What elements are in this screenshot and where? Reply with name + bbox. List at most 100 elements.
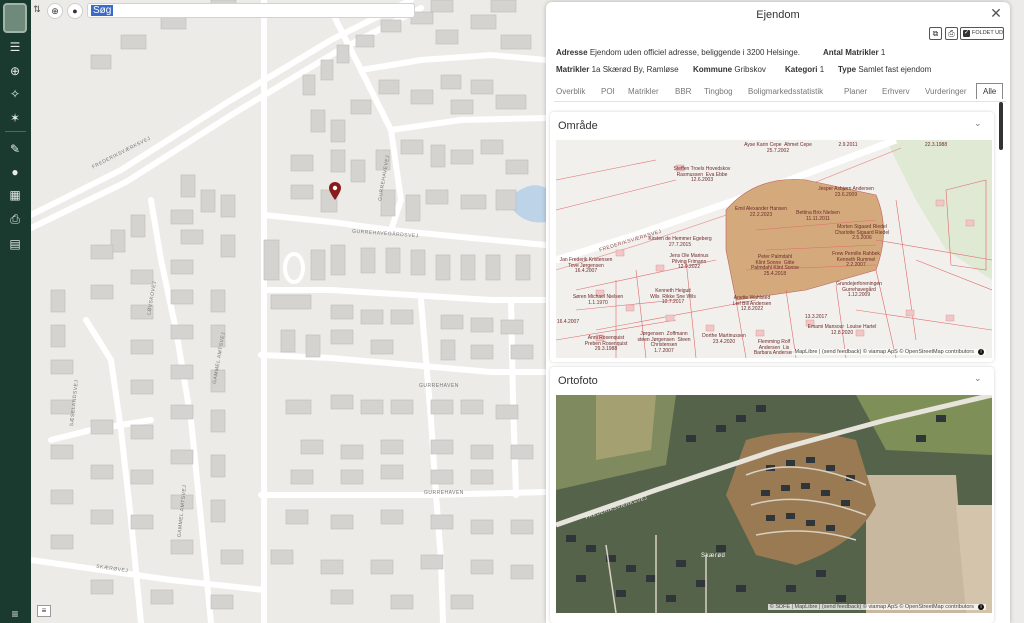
count-label: Antal Matrikler bbox=[823, 48, 879, 57]
attribution-text: MapLibre | (send feedback) © viamap ApS … bbox=[794, 349, 974, 355]
parcel-map-canvas bbox=[556, 140, 992, 358]
owner-label: Emami Mansour Louise Hartel 12.8.2020 bbox=[807, 324, 877, 336]
tab-tingbog[interactable]: Tingbog bbox=[704, 87, 733, 96]
owner-label: Jørgensen Zoffmann steen Jørgensen Steen… bbox=[637, 331, 691, 354]
attribution-text: © SDFE | MapLibre | (send feedback) © vi… bbox=[769, 604, 974, 610]
tab-vurderinger[interactable]: Vurderinger bbox=[925, 87, 967, 96]
scrollbar[interactable] bbox=[999, 102, 1003, 150]
municipality-row: Kommune Gribskov bbox=[693, 65, 766, 74]
swap-icon[interactable]: ⇅ bbox=[31, 4, 43, 18]
owner-label: Morten Sigaard Riedel Charlotte Sigaard … bbox=[834, 224, 890, 241]
area-map[interactable]: FREDERIKSVÆRKSVEJ Ayse Karin Cepe Ahmet … bbox=[556, 140, 992, 358]
close-icon[interactable]: ✕ bbox=[989, 6, 1003, 20]
owner-label: Peter Palmdahl Klint Sonne Gitte Palmdah… bbox=[751, 254, 799, 277]
section-omraade: Område ⌄ FREDERIKSVÆRKSVEJ Ayse Karin Ce… bbox=[550, 112, 994, 362]
unfold-toggle[interactable]: ✓ FOLDET UD bbox=[960, 27, 1004, 40]
address-row: Adresse Ejendom uden officiel adresse, b… bbox=[556, 48, 800, 57]
section-ortofoto: Ortofoto ⌄ FREDERIKSVÆRKSVEJ Skærød © SD… bbox=[550, 367, 994, 623]
print-icon[interactable]: ⎙ bbox=[7, 211, 23, 227]
tab-planer[interactable]: Planer bbox=[844, 87, 867, 96]
owner-label: Ayse Karin Cepe Ahmet Cepe 25.7.2002 bbox=[744, 142, 812, 154]
checkbox-icon: ✓ bbox=[963, 30, 970, 37]
unfold-label: FOLDET UD bbox=[972, 30, 1004, 36]
map-attribution: MapLibre | (send feedback) © viamap ApS … bbox=[792, 349, 986, 355]
layer-toggle-button[interactable]: ≡ bbox=[37, 605, 51, 617]
layers-icon[interactable]: ☰ bbox=[7, 39, 23, 55]
map-attribution: © SDFE | MapLibre | (send feedback) © vi… bbox=[767, 604, 986, 610]
tab-alle[interactable]: Alle bbox=[976, 83, 1004, 99]
tab-matrikler[interactable]: Matrikler bbox=[628, 87, 659, 96]
owner-label: Flemming Rolf Andersen Lis Barbara Ander… bbox=[753, 339, 795, 356]
owner-label: 13.3.2017 bbox=[804, 314, 828, 320]
left-sidebar: ☰ ⊕ ✧ ✶ ✎ ● ▦ ⎙ ▤ ≡ bbox=[0, 0, 31, 623]
municipality-value: Gribskov bbox=[734, 65, 766, 74]
owner-label: Søren Michael Nielsen 1.1.1970 bbox=[572, 294, 624, 306]
section-title: Område bbox=[558, 120, 598, 132]
menu-icon[interactable]: ≡ bbox=[7, 606, 23, 622]
chevron-down-icon[interactable]: ⌄ bbox=[974, 373, 982, 384]
count-row: Antal Matrikler 1 bbox=[823, 48, 885, 57]
location-pin-icon[interactable] bbox=[329, 182, 341, 200]
owner-label: Anni Rosenquist Preben Rosenquist 29.3.1… bbox=[584, 335, 628, 352]
category-value: 1 bbox=[819, 65, 825, 74]
street-label: GURREHAVEN bbox=[419, 383, 459, 389]
place-label: Skærød bbox=[701, 553, 726, 559]
tab-overblik[interactable]: Overblik bbox=[556, 87, 585, 96]
info-icon[interactable]: i bbox=[978, 349, 984, 355]
owner-label: Kirsten de Hemmer Egeberg 27.7.2015 bbox=[648, 236, 712, 248]
owner-label: Emil Alexander Hansen 22.2.2023 bbox=[735, 206, 787, 218]
owner-label: 16.4.2007 bbox=[556, 319, 580, 325]
count-value: 1 bbox=[880, 48, 886, 57]
group-icon[interactable]: ● bbox=[7, 164, 23, 180]
copy-icon[interactable]: ⧉ bbox=[929, 27, 942, 40]
tab-erhverv[interactable]: Erhverv bbox=[882, 87, 910, 96]
property-panel: Ejendom ✕ ⧉ ⎙ ✓ FOLDET UD Adresse Ejendom… bbox=[546, 2, 1010, 623]
marker-icon[interactable]: ● bbox=[67, 3, 83, 19]
category-label: Kategori bbox=[785, 65, 818, 74]
search-value: Søg bbox=[91, 5, 114, 16]
owner-label: Jesper Asbjørn Andersen 23.6.2009 bbox=[818, 186, 874, 198]
locate-icon[interactable]: ⊕ bbox=[47, 3, 63, 19]
owner-label: Grundejerforeningen Gurrehavegård 1.12.2… bbox=[836, 281, 882, 298]
avatar[interactable] bbox=[3, 3, 27, 33]
magic-icon[interactable]: ✶ bbox=[7, 110, 23, 126]
owner-label: Kenneth Heiguit Wils Rikke Sne Wils 10.7… bbox=[650, 288, 696, 305]
type-value: Samlet fast ejendom bbox=[858, 65, 932, 74]
section-title: Ortofoto bbox=[558, 375, 598, 387]
category-row: Kategori 1 bbox=[785, 65, 824, 74]
owner-label: 2.9.2011 bbox=[838, 142, 858, 148]
search-zoom-icon[interactable]: ⊕ bbox=[7, 63, 23, 79]
orthophoto-map[interactable]: FREDERIKSVÆRKSVEJ Skærød © SDFE | MapLib… bbox=[556, 395, 992, 613]
grid-icon[interactable]: ▦ bbox=[7, 187, 23, 203]
matrikel-row: Matrikler 1a Skærød By, Ramløse bbox=[556, 65, 679, 74]
address-value: Ejendom uden officiel adresse, beliggend… bbox=[589, 48, 801, 57]
draw-icon[interactable]: ✎ bbox=[7, 141, 23, 157]
owner-label: 22.3.1988 bbox=[924, 142, 948, 148]
owner-label: Jan Frederik Kristensen Tove Jørgensen 1… bbox=[559, 257, 613, 274]
owner-label: Bettina Brix Nielsen 11.11.2011 bbox=[796, 210, 840, 222]
address-label: Adresse bbox=[556, 48, 588, 57]
info-icon[interactable]: i bbox=[978, 604, 984, 610]
chevron-down-icon[interactable]: ⌄ bbox=[974, 118, 982, 129]
clipboard-icon[interactable]: ▤ bbox=[7, 236, 23, 252]
owner-label: Jens Ole Marinus Pilving Frimann 12.9.20… bbox=[669, 253, 709, 270]
matrikel-label: Matrikler bbox=[556, 65, 590, 74]
municipality-label: Kommune bbox=[693, 65, 733, 74]
search-input[interactable]: Søg bbox=[87, 3, 415, 18]
owner-label: Frew Pernille Rahbek Kenneth Rummel 2.2.… bbox=[832, 251, 880, 268]
owner-label: Dorthe Martinussen 23.4.2020 bbox=[702, 333, 746, 345]
street-label: GURREHAVEN bbox=[424, 490, 464, 496]
type-row: Type Samlet fast ejendom bbox=[838, 65, 931, 74]
tab-bbr[interactable]: BBR bbox=[675, 87, 691, 96]
divider bbox=[5, 131, 26, 132]
tab-poi[interactable]: POI bbox=[601, 87, 615, 96]
type-label: Type bbox=[838, 65, 857, 74]
owner-label: Anette Wahlsted Leif Bill Andersen 12.8.… bbox=[732, 295, 772, 312]
tab-bar: Overblik POI Matrikler BBR Tingbog Bolig… bbox=[554, 82, 1006, 102]
panel-title: Ejendom bbox=[756, 9, 800, 21]
network-icon[interactable]: ✧ bbox=[7, 86, 23, 102]
print-icon[interactable]: ⎙ bbox=[945, 27, 958, 40]
matrikel-value: 1a Skærød By, Ramløse bbox=[591, 65, 679, 74]
tab-boligmarkedsstatistik[interactable]: Boligmarkedsstatistik bbox=[748, 87, 823, 96]
owner-label: Steffen Troels Hovedskov Rasmussen Eva E… bbox=[673, 166, 731, 183]
